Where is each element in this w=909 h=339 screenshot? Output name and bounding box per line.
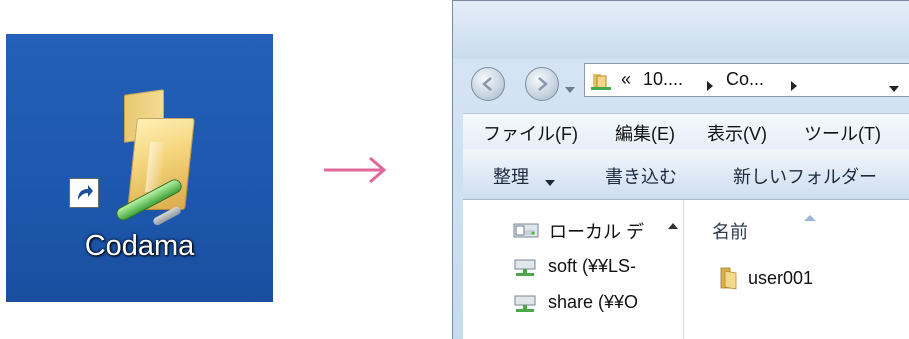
breadcrumb-chevron-icon[interactable] (707, 75, 713, 96)
burn-button[interactable]: 書き込む (605, 163, 677, 189)
scroll-up-icon[interactable] (668, 214, 678, 235)
folder-icon (591, 71, 611, 96)
organize-button[interactable]: 整理 (493, 163, 529, 189)
network-drive-icon (513, 258, 539, 283)
new-folder-button[interactable]: 新しいフォルダー (733, 163, 877, 189)
menu-view[interactable]: 表示(V) (707, 120, 767, 146)
nav-item-label: soft (¥¥LS- (548, 256, 637, 276)
breadcrumb-chevron-icon[interactable] (791, 75, 797, 96)
local-drive-icon (513, 220, 539, 245)
shortcut-arrow-icon (69, 178, 99, 208)
navigation-pane: ローカル デ soft (¥¥LS- share (¥¥O (463, 200, 684, 339)
menu-tools[interactable]: ツール(T) (804, 120, 881, 146)
sort-ascending-icon (804, 206, 816, 227)
address-bar[interactable]: « 10.... Co... (584, 63, 909, 97)
command-bar: 整理 書き込む 新しいフォルダー (463, 149, 909, 200)
address-segment-server[interactable]: 10.... (643, 69, 683, 90)
folder-icon (718, 266, 740, 295)
window-title-area (453, 1, 909, 59)
address-segment-share[interactable]: Co... (726, 69, 764, 90)
network-drive-icon (513, 294, 539, 319)
menu-edit[interactable]: 編集(E) (615, 120, 675, 146)
right-arrow-icon (324, 156, 388, 188)
address-overflow[interactable]: « (621, 69, 631, 90)
chevron-down-icon[interactable] (545, 171, 555, 192)
nav-item-label: ローカル デ (549, 222, 645, 242)
column-header-name[interactable]: 名前 (712, 218, 748, 244)
recent-pages-dropdown-icon[interactable] (565, 80, 575, 99)
shortcut-label: Codama (84, 230, 195, 262)
forward-button[interactable] (525, 67, 559, 101)
address-history-dropdown-icon[interactable] (889, 77, 899, 98)
nav-item-label: share (¥¥O (548, 292, 639, 312)
file-list: 名前 user001 (684, 200, 909, 339)
back-button[interactable] (471, 67, 505, 101)
menu-bar: ファイル(F) 編集(E) 表示(V) ツール(T) (463, 113, 909, 151)
desktop-background: Codama (6, 34, 273, 302)
explorer-window: « 10.... Co... ファイル(F) 編集(E) 表示(V) ツール(T… (452, 0, 909, 339)
file-name: user001 (748, 268, 814, 288)
menu-file[interactable]: ファイル(F) (483, 120, 578, 146)
